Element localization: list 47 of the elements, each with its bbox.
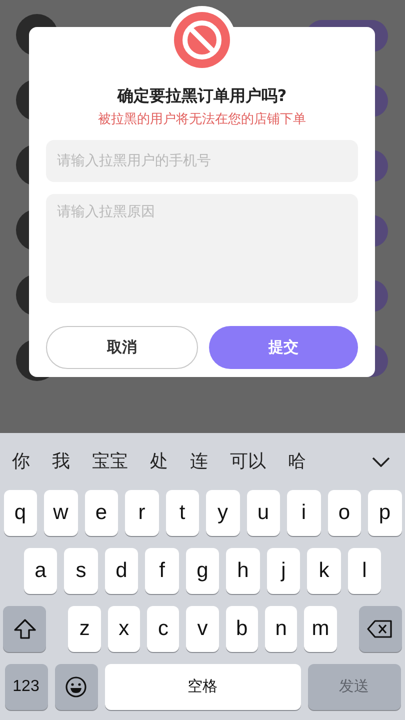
cancel-button[interactable]: 取消: [46, 326, 198, 368]
phone-input-field[interactable]: 请输入拉黑用户的手机号: [46, 140, 358, 182]
letter-key[interactable]: l: [348, 548, 382, 594]
candidate-word[interactable]: 连: [190, 448, 208, 475]
letter-key[interactable]: p: [368, 490, 402, 536]
letter-key[interactable]: u: [246, 490, 280, 536]
letter-key[interactable]: f: [145, 548, 179, 594]
letter-key[interactable]: x: [108, 606, 140, 652]
letter-key[interactable]: n: [264, 606, 298, 652]
letter-key[interactable]: t: [166, 490, 199, 536]
letter-key[interactable]: a: [24, 548, 58, 594]
letter-key[interactable]: g: [186, 548, 220, 594]
space-key[interactable]: 空格: [104, 664, 300, 710]
letter-key[interactable]: c: [147, 606, 180, 652]
letter-key[interactable]: e: [84, 490, 118, 536]
candidate-word[interactable]: 哈: [288, 448, 306, 475]
candidate-word[interactable]: 宝宝: [92, 448, 128, 475]
chevron-down-icon[interactable]: [372, 457, 390, 468]
candidate-word[interactable]: 处: [150, 448, 168, 475]
letter-key[interactable]: i: [287, 490, 320, 536]
backspace-icon: [367, 620, 394, 638]
candidate-word[interactable]: 我: [52, 448, 70, 475]
dialog-title: 确定要拉黑订单用户吗?: [116, 85, 288, 107]
warning-text: 被拉黑的用户将无法在您的店铺下单: [97, 111, 307, 129]
candidate-word[interactable]: 你: [12, 448, 30, 475]
numbers-key[interactable]: 123: [4, 664, 48, 710]
delete-key[interactable]: [358, 606, 402, 652]
letter-key[interactable]: o: [328, 490, 361, 536]
letter-key[interactable]: y: [206, 490, 240, 536]
letter-key[interactable]: k: [307, 548, 341, 594]
letter-key[interactable]: v: [186, 606, 219, 652]
letter-key[interactable]: m: [304, 606, 337, 652]
letter-key[interactable]: b: [226, 606, 258, 652]
reason-input-field[interactable]: 请输入拉黑原因: [46, 194, 358, 302]
shift-arrow-icon: [14, 619, 36, 639]
letter-key[interactable]: z: [68, 606, 101, 652]
letter-key[interactable]: d: [104, 548, 138, 594]
letter-key[interactable]: w: [44, 490, 78, 536]
emoji-key[interactable]: [54, 664, 98, 710]
letter-key[interactable]: h: [226, 548, 260, 594]
letter-key[interactable]: q: [4, 490, 37, 536]
smiley-icon: [65, 676, 87, 698]
letter-key[interactable]: s: [64, 548, 98, 594]
shift-key[interactable]: [3, 606, 46, 652]
letter-key[interactable]: j: [266, 548, 300, 594]
letter-key[interactable]: r: [125, 490, 158, 536]
candidate-word[interactable]: 可以: [230, 448, 266, 475]
